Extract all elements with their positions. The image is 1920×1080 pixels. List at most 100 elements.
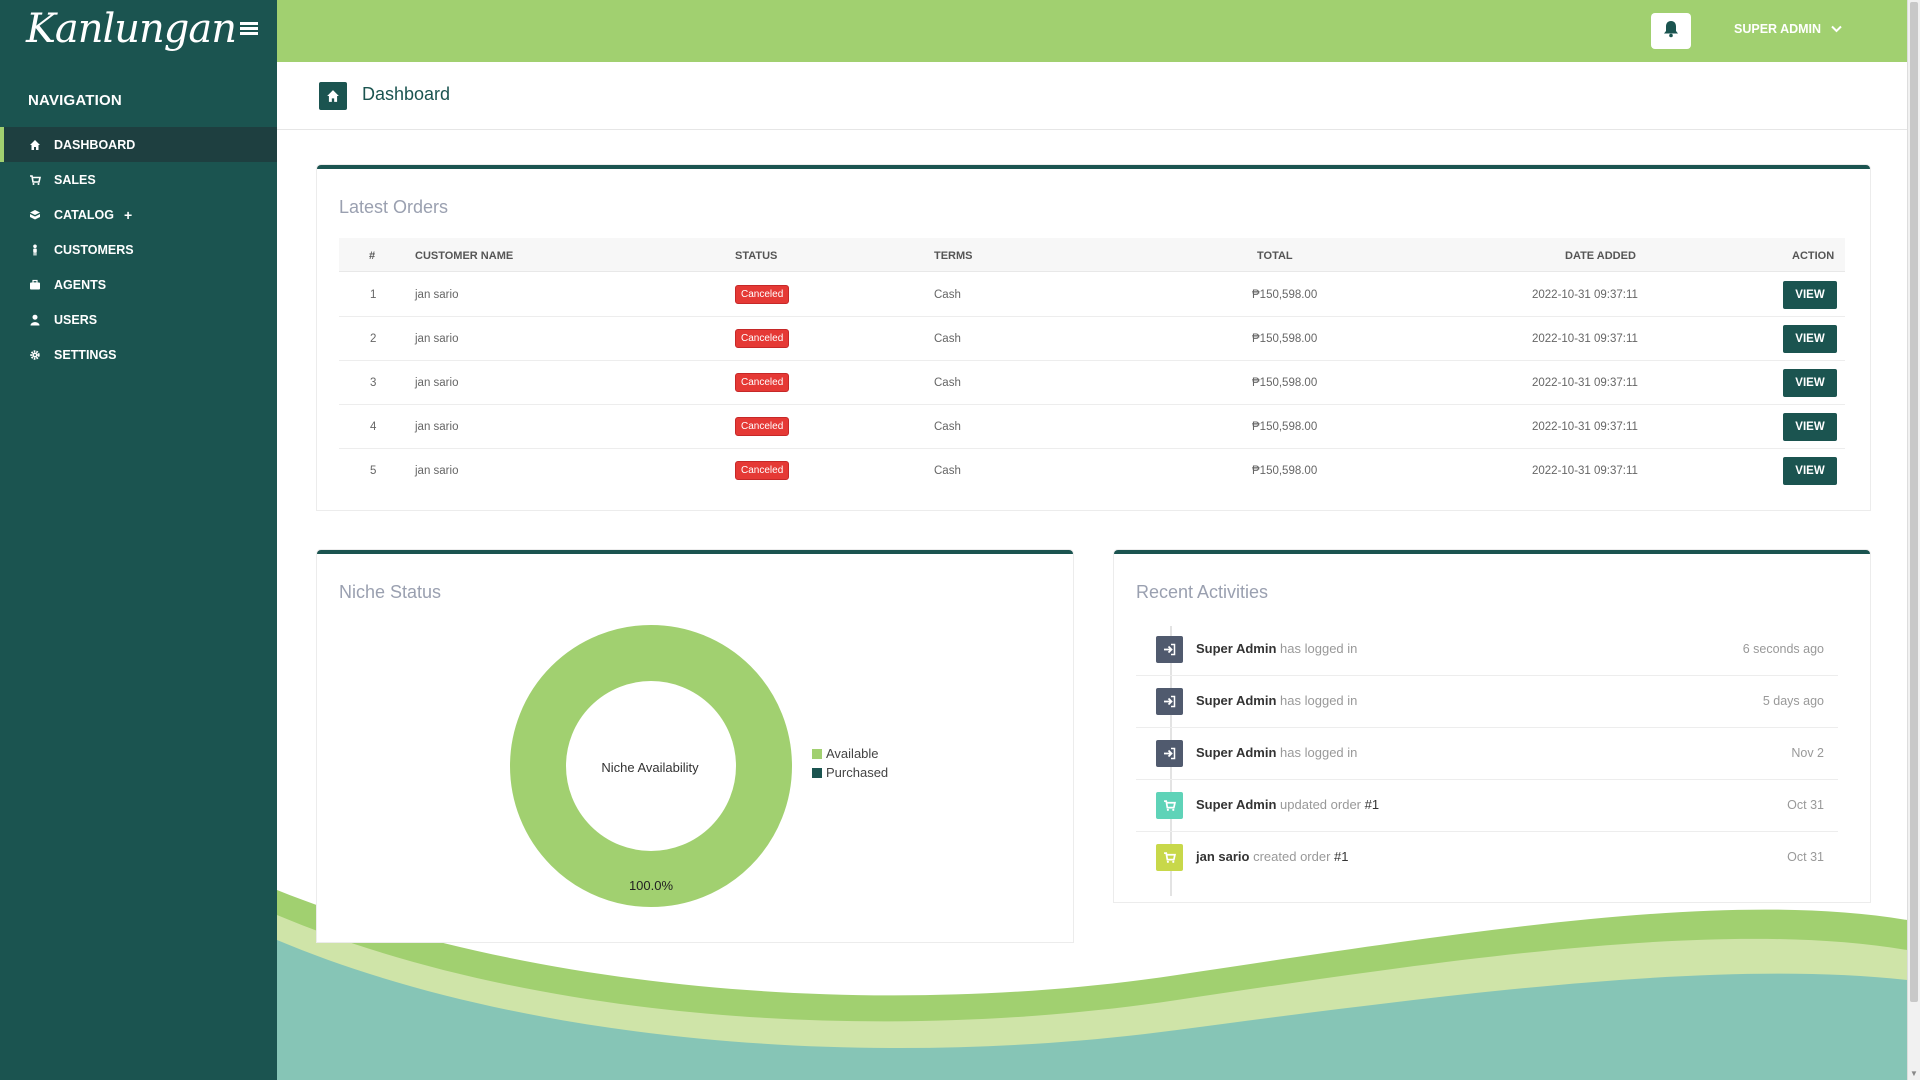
total: ₱150,598.00 (1252, 333, 1318, 345)
date-added: 2022-10-31 09:37:11 (1532, 421, 1638, 433)
activity-verb: updated order (1280, 797, 1361, 812)
column-header: ACTION (1792, 250, 1835, 262)
view-button[interactable]: VIEW (1783, 369, 1837, 397)
activity-time: 5 days ago (1762, 694, 1824, 708)
view-button[interactable]: VIEW (1783, 457, 1837, 485)
sidebar-item-users[interactable]: USERS (0, 302, 277, 337)
gear-icon (28, 348, 42, 362)
sidebar-nav: DASHBOARD SALES CATALOG + CUSTOMERS AGEN… (0, 127, 277, 372)
order-link[interactable]: #1 (1334, 849, 1348, 864)
sidebar-item-settings[interactable]: SETTINGS (0, 337, 277, 372)
view-button[interactable]: VIEW (1783, 325, 1837, 353)
notifications-button[interactable] (1651, 13, 1691, 49)
sidebar-item-label: CATALOG (54, 207, 114, 222)
scrollbar-thumb[interactable] (1910, 2, 1918, 1002)
view-button[interactable]: VIEW (1783, 413, 1837, 441)
page-scrollbar[interactable]: ▼ (1907, 0, 1920, 1080)
expand-plus-icon[interactable]: + (124, 207, 132, 223)
activity-verb: created order (1253, 849, 1331, 864)
sidebar-item-sales[interactable]: SALES (0, 162, 277, 197)
sidebar-item-label: SETTINGS (54, 347, 117, 362)
activity-item: Super Admin updated order #1 Oct 31 (1136, 780, 1838, 832)
sidebar-item-label: SALES (54, 172, 96, 187)
sidebar-item-label: CUSTOMERS (54, 242, 134, 257)
activity-item: Super Admin has logged in 5 days ago (1136, 676, 1838, 728)
activity-actor[interactable]: jan sario (1196, 849, 1249, 864)
activity-actor[interactable]: Super Admin (1196, 641, 1276, 656)
boxes-icon (28, 208, 42, 222)
terms: Cash (934, 289, 961, 301)
sidebar-item-dashboard[interactable]: DASHBOARD (0, 127, 277, 162)
total: ₱150,598.00 (1252, 465, 1318, 477)
sidebar-item-agents[interactable]: AGENTS (0, 267, 277, 302)
nav-heading: NAVIGATION (28, 92, 122, 109)
row-number: 3 (370, 377, 377, 389)
bell-icon (1663, 20, 1679, 43)
activity-text: Super Admin has logged in (1196, 745, 1357, 760)
activity-time: Oct 31 (1787, 850, 1824, 864)
order-link[interactable]: #1 (1365, 797, 1379, 812)
customer-name: jan sario (415, 289, 459, 301)
activity-time: Oct 31 (1787, 798, 1824, 812)
date-added: 2022-10-31 09:37:11 (1532, 333, 1638, 345)
user-menu[interactable]: SUPER ADMIN (1734, 22, 1842, 36)
card-title: Latest Orders (339, 197, 449, 217)
row-number: 4 (370, 421, 377, 433)
status-badge: Canceled (735, 329, 790, 348)
chart-legend: Available Purchased (812, 746, 888, 784)
legend-label: Purchased (826, 765, 889, 780)
activity-verb: has logged in (1280, 745, 1358, 760)
activity-text: Super Admin has logged in (1196, 641, 1357, 656)
niche-status-card: Niche Status Niche Availability 100.0% A… (317, 550, 1073, 942)
terms: Cash (934, 377, 961, 389)
donut-center-label: Niche Availability (601, 760, 699, 775)
slice-data-label: 100.0% (629, 878, 674, 893)
chevron-down-icon (1831, 22, 1842, 36)
activity-time: Nov 2 (1791, 746, 1824, 760)
activity-actor[interactable]: Super Admin (1196, 745, 1276, 760)
logo-row: Kanlungan (0, 0, 277, 62)
total: ₱150,598.00 (1252, 289, 1318, 301)
sidebar-item-catalog[interactable]: CATALOG + (0, 197, 277, 232)
menu-toggle-icon[interactable] (240, 22, 258, 36)
activity-text: jan sario created order #1 (1196, 849, 1349, 864)
activity-actor[interactable]: Super Admin (1196, 693, 1276, 708)
page-title: Dashboard (362, 84, 451, 104)
activity-item: Super Admin has logged in 6 seconds ago (1136, 624, 1838, 676)
page-header: Dashboard (277, 62, 1907, 130)
table-row: 5 jan sario Canceled Cash ₱150,598.00 20… (339, 449, 1845, 493)
terms: Cash (934, 333, 961, 345)
cart-icon (1156, 844, 1183, 871)
table-header: # CUSTOMER NAME STATUS TERMS TOTAL DATE … (339, 238, 1845, 272)
row-number: 2 (370, 333, 377, 345)
login-icon (1156, 636, 1183, 663)
total: ₱150,598.00 (1252, 377, 1318, 389)
table-row: 2 jan sario Canceled Cash ₱150,598.00 20… (339, 317, 1845, 361)
column-header: DATE ADDED (1565, 250, 1636, 262)
row-number: 5 (370, 465, 377, 477)
sidebar-item-customers[interactable]: CUSTOMERS (0, 232, 277, 267)
recent-activities-card: Recent Activities Super Admin has logged… (1114, 550, 1870, 902)
topbar: SUPER ADMIN (277, 0, 1907, 62)
view-button[interactable]: VIEW (1783, 281, 1837, 309)
legend-item-purchased[interactable]: Purchased (812, 765, 888, 780)
brand-logo[interactable]: Kanlungan (26, 6, 237, 52)
cart-icon (28, 173, 42, 187)
activity-actor[interactable]: Super Admin (1196, 797, 1276, 812)
home-icon (319, 82, 347, 110)
total: ₱150,598.00 (1252, 421, 1318, 433)
terms: Cash (934, 421, 961, 433)
activity-verb: has logged in (1280, 693, 1358, 708)
niche-donut-chart: Niche Availability 100.0% (510, 625, 792, 907)
scroll-down-icon[interactable]: ▼ (1910, 1069, 1918, 1078)
status-badge: Canceled (735, 417, 790, 436)
activity-text: Super Admin updated order #1 (1196, 797, 1379, 812)
latest-orders-card: Latest Orders # CUSTOMER NAME STATUS TER… (317, 165, 1870, 510)
customer-name: jan sario (415, 333, 459, 345)
date-added: 2022-10-31 09:37:11 (1532, 289, 1638, 301)
legend-swatch (812, 748, 822, 759)
home-icon (28, 138, 42, 152)
table-row: 1 jan sario Canceled Cash ₱150,598.00 20… (339, 273, 1845, 317)
legend-item-available[interactable]: Available (812, 746, 888, 761)
status-badge: Canceled (735, 373, 790, 392)
